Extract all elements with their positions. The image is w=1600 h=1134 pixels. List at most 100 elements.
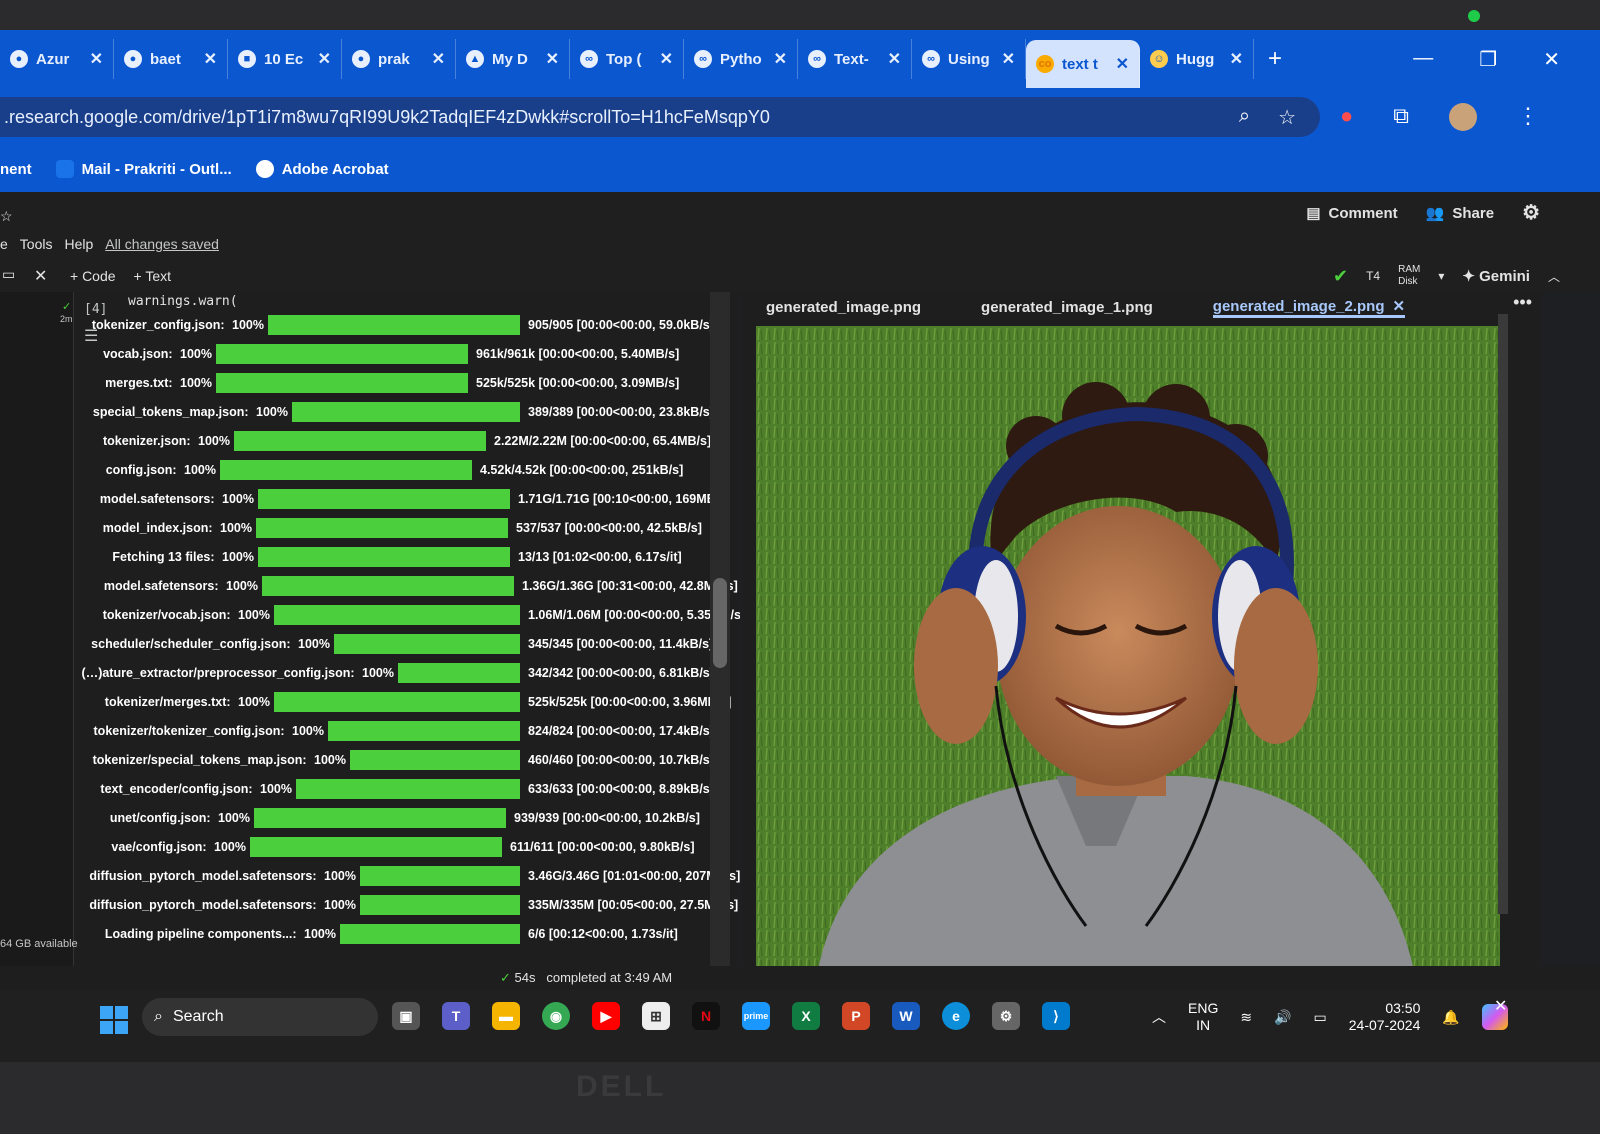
- close-icon[interactable]: ✕: [1393, 298, 1406, 315]
- close-icon[interactable]: ✕: [888, 49, 901, 69]
- close-icon[interactable]: ✕: [546, 49, 559, 69]
- browser-tab[interactable]: ∞ Top (✕: [570, 39, 684, 79]
- maximize-button[interactable]: ❐: [1479, 47, 1497, 72]
- chevron-up-icon[interactable]: ︿: [1548, 268, 1560, 285]
- execution-status[interactable]: ✓ 54s completed at 3:49 AM: [500, 970, 672, 986]
- ram-disk-meter[interactable]: RAM Disk: [1398, 264, 1420, 288]
- excel-icon[interactable]: X: [792, 1002, 820, 1030]
- settings-icon[interactable]: ⚙: [992, 1002, 1020, 1030]
- netflix-icon[interactable]: N: [692, 1002, 720, 1030]
- comment-button[interactable]: ▤ Comment: [1306, 204, 1397, 222]
- viewer-tab-active[interactable]: generated_image_2.png ✕: [1212, 297, 1406, 318]
- bookmark-item[interactable]: Adobe Acrobat: [255, 160, 389, 178]
- browser-tab[interactable]: ■ 10 Ec ✕: [228, 39, 342, 79]
- browser-tab[interactable]: ☺ Hugg ✕: [1140, 39, 1254, 79]
- scroll-thumb[interactable]: [713, 578, 727, 668]
- youtube-icon[interactable]: ▶: [592, 1002, 620, 1030]
- add-code-button[interactable]: + Code: [70, 268, 116, 284]
- menu-item[interactable]: e: [0, 236, 8, 252]
- bookmark-star-icon[interactable]: ☆: [1278, 105, 1296, 130]
- progress-bar: [334, 634, 520, 654]
- notification-bell-icon[interactable]: 🔔: [1442, 1009, 1459, 1026]
- more-options-icon[interactable]: •••: [1513, 292, 1532, 313]
- browser-tab[interactable]: ∞ Using ✕: [912, 39, 1026, 79]
- share-button[interactable]: 👥 Share: [1426, 204, 1494, 222]
- menu-dots-icon[interactable]: ⋮: [1517, 103, 1539, 131]
- menu-item-tools[interactable]: Tools: [20, 236, 53, 252]
- close-icon[interactable]: ✕: [774, 49, 787, 69]
- puzzle-icon[interactable]: ⧉: [1393, 103, 1409, 131]
- viewer-tab[interactable]: generated_image_1.png: [981, 299, 1153, 316]
- extension-icon[interactable]: ●: [1340, 103, 1353, 131]
- menu-item-help[interactable]: Help: [64, 236, 93, 252]
- url-text[interactable]: .research.google.com/drive/1pT1i7m8wu7qR…: [4, 107, 770, 128]
- bookmark-item[interactable]: nent: [0, 161, 32, 178]
- progress-stats: 905/905 [00:00<00:00, 59.0kB/s]: [528, 318, 714, 332]
- zoom-icon[interactable]: ⌕: [1239, 105, 1250, 130]
- add-text-button[interactable]: + Text: [134, 268, 172, 284]
- volume-icon[interactable]: 🔊: [1274, 1009, 1291, 1026]
- browser-tab-active[interactable]: co text t ✕: [1026, 40, 1140, 88]
- hf-icon: ∞: [922, 50, 940, 68]
- browser-tab[interactable]: ● baet ✕: [114, 39, 228, 79]
- settings-gear-icon[interactable]: ⚙: [1522, 200, 1540, 225]
- bookmark-item[interactable]: Mail - Prakriti - Outl...: [55, 160, 232, 178]
- chevron-up-icon[interactable]: ︿: [1152, 1007, 1166, 1027]
- word-icon[interactable]: W: [892, 1002, 920, 1030]
- taskbar-search[interactable]: ⌕ Search: [142, 998, 378, 1036]
- teams-icon[interactable]: T: [442, 1002, 470, 1030]
- close-icon[interactable]: ✕: [1002, 49, 1015, 69]
- edge-icon[interactable]: e: [942, 1002, 970, 1030]
- wifi-icon[interactable]: ≋: [1240, 1009, 1252, 1026]
- new-tab-button[interactable]: +: [1268, 45, 1282, 73]
- file-explorer-icon[interactable]: ▬: [492, 1002, 520, 1030]
- language-indicator[interactable]: ENG IN: [1188, 1000, 1218, 1034]
- tab-label: Top (: [606, 50, 642, 68]
- comment-icon: ▤: [1306, 204, 1321, 222]
- people-icon: 👥: [1425, 204, 1445, 222]
- close-icon[interactable]: ✕: [1494, 996, 1507, 1016]
- close-icon[interactable]: ✕: [204, 49, 217, 69]
- output-scrollbar[interactable]: [710, 292, 730, 976]
- task-view-icon[interactable]: ▣: [392, 1002, 420, 1030]
- powerpoint-icon[interactable]: P: [842, 1002, 870, 1030]
- viewer-scrollbar[interactable]: [1498, 314, 1508, 914]
- progress-stats: 1.36G/1.36G [00:31<00:00, 42.8MB/s]: [522, 579, 738, 593]
- prime-video-icon[interactable]: prime: [742, 1002, 770, 1030]
- star-icon[interactable]: ☆: [0, 208, 13, 225]
- close-panel-icon[interactable]: ✕: [34, 266, 47, 286]
- vscode-icon[interactable]: ⟩: [1042, 1002, 1070, 1030]
- close-icon[interactable]: ✕: [1230, 49, 1243, 69]
- address-bar[interactable]: .research.google.com/drive/1pT1i7m8wu7qR…: [0, 97, 1320, 137]
- browser-tab[interactable]: ● prak ✕: [342, 39, 456, 79]
- browser-tab[interactable]: ● Azur ✕: [0, 39, 114, 79]
- clock[interactable]: 03:50 24-07-2024: [1349, 1000, 1421, 1034]
- close-icon[interactable]: ✕: [660, 49, 673, 69]
- progress-percent: 100%: [256, 405, 288, 419]
- close-icon[interactable]: ✕: [432, 49, 445, 69]
- close-icon[interactable]: ✕: [1116, 54, 1129, 74]
- save-status[interactable]: All changes saved: [105, 236, 219, 252]
- disk-label: Disk: [1398, 276, 1418, 287]
- store-icon[interactable]: ⊞: [642, 1002, 670, 1030]
- browser-tab[interactable]: ∞ Text- ✕: [798, 39, 912, 79]
- progress-label: model.safetensors:: [99, 492, 215, 506]
- close-icon[interactable]: ✕: [318, 49, 331, 69]
- browser-tab[interactable]: ∞ Pytho ✕: [684, 39, 798, 79]
- status-time: 54s: [514, 970, 536, 985]
- battery-icon[interactable]: ▭: [1314, 1009, 1327, 1026]
- gemini-button[interactable]: ✦ Gemini: [1462, 267, 1530, 285]
- chevron-down-icon[interactable]: ▾: [1438, 269, 1444, 283]
- files-panel-icon[interactable]: ▭: [2, 266, 15, 283]
- colab-toolbar: ▭ ✕ + Code + Text ✔ T4 RAM Disk ▾ ✦ Gemin…: [0, 262, 1600, 292]
- close-icon[interactable]: ✕: [90, 49, 103, 69]
- browser-tab[interactable]: ▲ My D ✕: [456, 39, 570, 79]
- minimize-button[interactable]: —: [1413, 47, 1433, 72]
- windows-start-button[interactable]: [100, 1006, 128, 1034]
- profile-avatar[interactable]: [1449, 103, 1478, 131]
- viewer-tab[interactable]: generated_image.png: [766, 299, 921, 316]
- progress-percent: 100%: [238, 695, 270, 709]
- progress-percent: 100%: [180, 376, 212, 390]
- close-window-button[interactable]: ✕: [1543, 47, 1560, 72]
- chrome-icon[interactable]: ◉: [542, 1002, 570, 1030]
